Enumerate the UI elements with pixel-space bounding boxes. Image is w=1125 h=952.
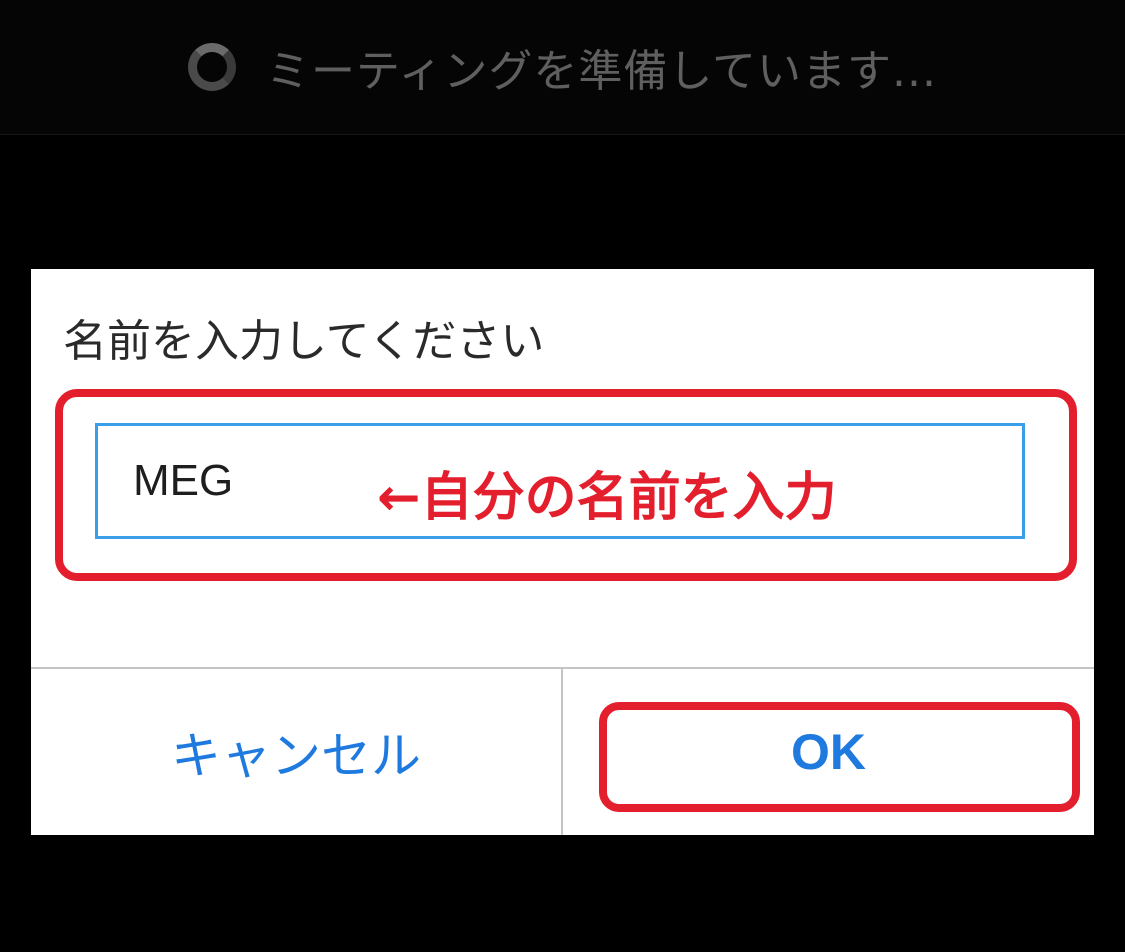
- dialog-title: 名前を入力してください: [63, 316, 545, 367]
- screen: ミーティングを準備しています... 名前を入力してください MEG ←自分の名前…: [0, 0, 1125, 952]
- ok-highlight-frame: [599, 702, 1080, 812]
- loading-status-bar: ミーティングを準備しています...: [0, 0, 1125, 135]
- input-annotation-label: ←自分の名前を入力: [377, 468, 837, 528]
- cancel-button[interactable]: キャンセル: [31, 669, 561, 835]
- loading-status-text: ミーティングを準備しています...: [266, 46, 937, 97]
- name-entry-dialog: 名前を入力してください MEG ←自分の名前を入力 キャンセル OK: [31, 269, 1094, 835]
- loading-spinner-icon: [188, 43, 236, 91]
